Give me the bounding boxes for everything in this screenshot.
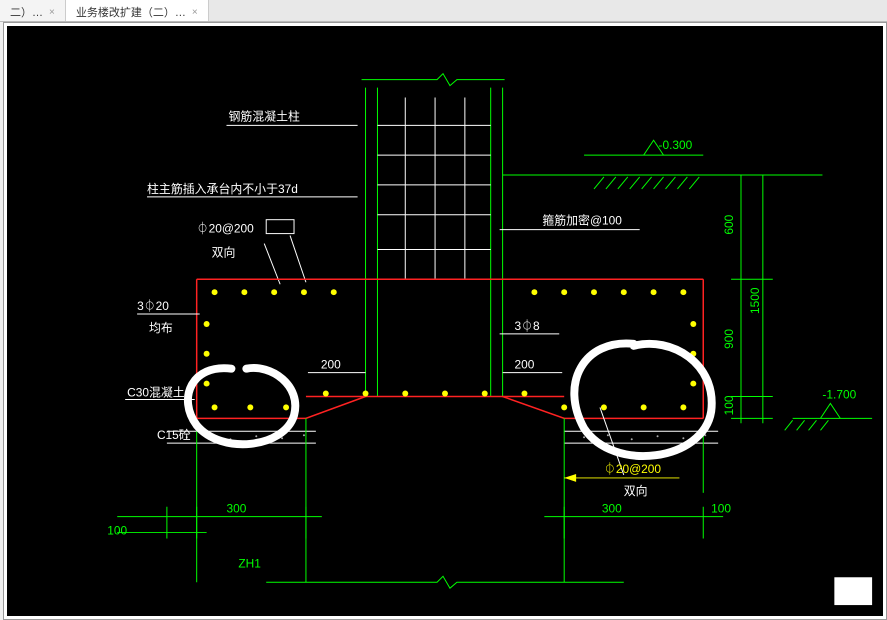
label-column: 钢筋混凝土柱: [228, 109, 300, 123]
label-bot-rebar: ⏀20@200: [604, 462, 661, 476]
ground-hatch: [594, 177, 699, 189]
left-bar-note: 3⏀20 均布: [137, 299, 200, 335]
dim-100b: 100: [722, 395, 736, 415]
label-c15: C15砼: [157, 428, 191, 442]
right-dims: 600 900 1500 100: [722, 175, 773, 423]
top-rebar-note: ⏀20@200 双向: [197, 220, 306, 285]
dim-300b: 300: [602, 502, 622, 516]
dim-100c: 100: [711, 502, 731, 516]
rebar-dots: [204, 289, 697, 410]
label-tie: 3⏀8: [515, 319, 541, 333]
label-left-dist: 均布: [149, 321, 173, 335]
ucs-icon: [834, 577, 872, 605]
label-top-rebar: ⏀20@200: [197, 222, 254, 236]
label-c30: C30混凝土: [127, 385, 185, 399]
highlight-right: [574, 343, 711, 456]
label-anchorage: 柱主筋插入承台内不小于37d: [147, 182, 298, 196]
tab-2[interactable]: 业务楼改扩建（二）… ×: [66, 0, 209, 21]
break-line-bottom: [266, 576, 624, 588]
elev-top-text: -0.300: [659, 138, 693, 152]
dim-100a: 100: [107, 524, 127, 538]
dim-haunch: 200 200: [308, 358, 562, 373]
label-bot-dir: 双向: [624, 484, 648, 498]
dim-200b: 200: [515, 358, 535, 372]
label-left-bar: 3⏀20: [137, 299, 169, 313]
tab-2-label: 业务楼改扩建（二）…: [76, 4, 186, 20]
canvas-frame: 钢筋混凝土柱 -0.300 柱主筋插入承台内不小于37d ⏀20@200 双向 …: [3, 22, 887, 620]
dim-900: 900: [722, 329, 736, 349]
dim-1500: 1500: [748, 287, 762, 314]
close-icon[interactable]: ×: [192, 7, 198, 18]
cad-canvas[interactable]: 钢筋混凝土柱 -0.300 柱主筋插入承台内不小于37d ⏀20@200 双向 …: [7, 26, 883, 616]
label-stirrup: 箍筋加密@100: [542, 214, 622, 228]
break-line-top: [362, 74, 505, 86]
elev-bottom-text: -1.700: [822, 387, 856, 401]
tab-1-label: 二）…: [10, 4, 43, 20]
label-top-dir: 双向: [212, 245, 236, 259]
dim-600: 600: [722, 214, 736, 234]
pile-cap-outline: [197, 279, 704, 418]
dim-200a: 200: [321, 358, 341, 372]
stirrup-ticks: [377, 125, 490, 249]
tie-bar-note: 3⏀8: [500, 319, 560, 334]
label-zh1: ZH1: [238, 556, 261, 570]
tab-bar: 二）… × 业务楼改扩建（二）… ×: [0, 0, 887, 22]
dim-300a: 300: [226, 502, 246, 516]
highlight-left: [188, 368, 295, 444]
tab-1[interactable]: 二）… ×: [0, 0, 66, 21]
bottom-dims: 300 100 300 100 ZH1: [107, 502, 731, 571]
elevation-bottom: -1.700: [785, 387, 872, 430]
close-icon[interactable]: ×: [49, 7, 55, 18]
elevation-top: -0.300: [584, 138, 703, 155]
